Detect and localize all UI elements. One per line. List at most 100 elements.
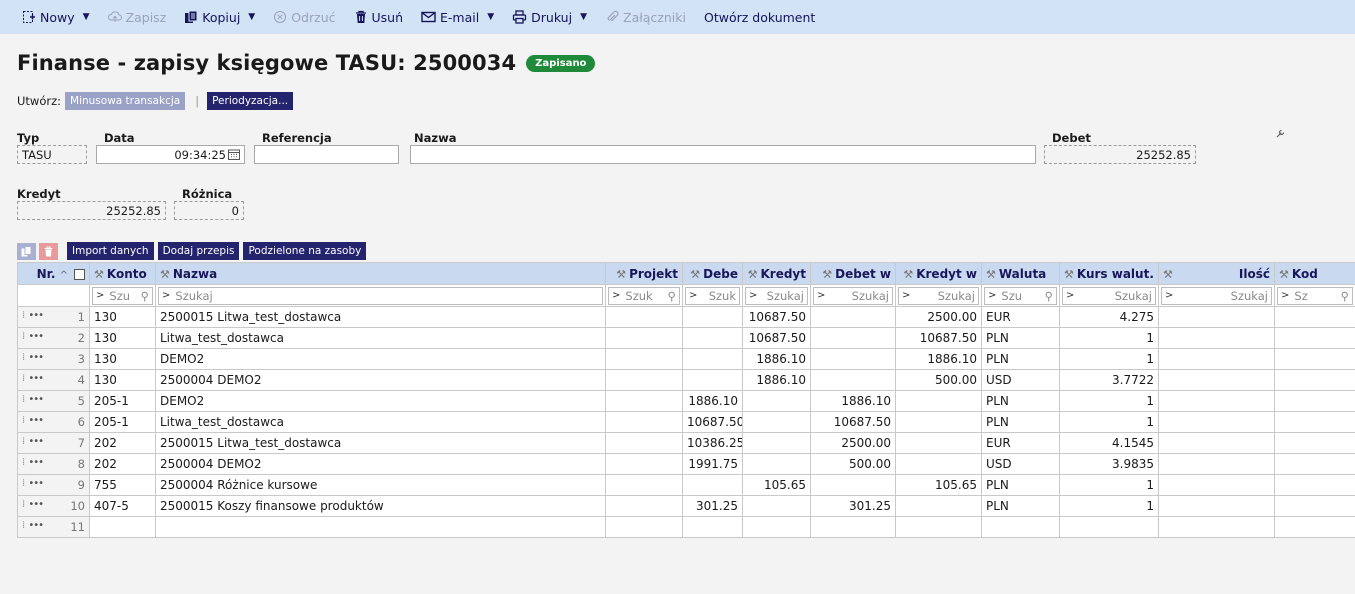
- col-rate[interactable]: ⚒ Kurs walut.: [1059, 262, 1159, 285]
- drag-handle-icon[interactable]: ⁞: [22, 415, 25, 426]
- row-handle-cell[interactable]: ⁞ ••• 10: [17, 495, 90, 517]
- table-row[interactable]: ⁞ ••• 2 130 Litwa_test_dostawca 10687.50 1068…: [17, 327, 1355, 349]
- minus-transaction-button[interactable]: Minusowa transakcja: [65, 92, 186, 110]
- cell-code[interactable]: [1274, 390, 1355, 412]
- search-project-input[interactable]: > Szuk ⚲: [608, 286, 680, 305]
- cell-debit-cur[interactable]: [810, 348, 896, 370]
- drag-handle-icon[interactable]: ⁞: [22, 394, 25, 405]
- row-handle-cell[interactable]: ⁞ ••• 9: [17, 474, 90, 496]
- col-quantity[interactable]: ⚒ Ilość: [1158, 262, 1275, 285]
- cell-name[interactable]: 2500004 Różnice kursowe: [155, 474, 606, 496]
- cell-debit-cur[interactable]: [810, 474, 896, 496]
- cell-currency[interactable]: [981, 516, 1060, 538]
- cell-debit-cur[interactable]: 1886.10: [810, 390, 896, 412]
- cell-project[interactable]: [605, 369, 683, 391]
- cell-currency[interactable]: PLN: [981, 474, 1060, 496]
- search-debit-input[interactable]: > Szuk: [685, 286, 740, 305]
- cell-currency[interactable]: EUR: [981, 432, 1060, 454]
- cell-code[interactable]: [1274, 369, 1355, 391]
- cell-credit[interactable]: [742, 390, 811, 412]
- cell-rate[interactable]: 4.275: [1059, 306, 1159, 328]
- attachments-button[interactable]: Załączniki: [605, 10, 686, 25]
- row-handle-cell[interactable]: ⁞ ••• 11: [17, 516, 90, 538]
- cell-project[interactable]: [605, 390, 683, 412]
- cell-quantity[interactable]: [1158, 411, 1275, 433]
- cell-quantity[interactable]: [1158, 390, 1275, 412]
- cell-debit-cur[interactable]: [810, 306, 896, 328]
- copy-button[interactable]: Kopiuj ▼: [184, 10, 255, 25]
- cell-rate[interactable]: 1: [1059, 411, 1159, 433]
- cell-quantity[interactable]: [1158, 453, 1275, 475]
- cell-credit[interactable]: 1886.10: [742, 348, 811, 370]
- search-name-input[interactable]: > Szukaj: [158, 286, 603, 305]
- cell-account[interactable]: 202: [89, 453, 156, 475]
- new-button[interactable]: Nowy ▼: [22, 10, 90, 25]
- cell-credit[interactable]: [742, 453, 811, 475]
- col-project[interactable]: ⚒ Projekt: [605, 262, 683, 285]
- col-name[interactable]: ⚒ Nazwa: [155, 262, 606, 285]
- row-menu-icon[interactable]: •••: [28, 352, 44, 363]
- search-quantity-input[interactable]: > Szukaj: [1161, 286, 1272, 305]
- cell-rate[interactable]: 1: [1059, 327, 1159, 349]
- table-row[interactable]: ⁞ ••• 1 130 2500015 Litwa_test_dostawca 1068…: [17, 306, 1355, 328]
- cell-credit-cur[interactable]: [895, 432, 982, 454]
- cell-name[interactable]: [155, 516, 606, 538]
- drag-handle-icon[interactable]: ⁞: [22, 352, 25, 363]
- search-account-input[interactable]: > Szu ⚲: [92, 286, 153, 305]
- cell-rate[interactable]: [1059, 516, 1159, 538]
- cell-name[interactable]: 2500015 Litwa_test_dostawca: [155, 432, 606, 454]
- cell-rate[interactable]: 1: [1059, 390, 1159, 412]
- search-credit-input[interactable]: > Szukaj: [745, 286, 808, 305]
- drag-handle-icon[interactable]: ⁞: [22, 457, 25, 468]
- col-debit[interactable]: ⚒ Debe: [682, 262, 743, 285]
- cell-quantity[interactable]: [1158, 306, 1275, 328]
- cell-currency[interactable]: PLN: [981, 348, 1060, 370]
- table-row[interactable]: ⁞ ••• 9 755 2500004 Różnice kursowe 105.65 10…: [17, 474, 1355, 496]
- table-row[interactable]: ⁞ ••• 11: [17, 516, 1355, 538]
- cell-debit-cur[interactable]: [810, 516, 896, 538]
- drag-handle-icon[interactable]: ⁞: [22, 478, 25, 489]
- cell-project[interactable]: [605, 306, 683, 328]
- row-handle-cell[interactable]: ⁞ ••• 1: [17, 306, 90, 328]
- chevron-down-icon[interactable]: ▼: [487, 12, 494, 22]
- col-nr[interactable]: Nr. ^: [17, 262, 90, 285]
- row-menu-icon[interactable]: •••: [28, 415, 44, 426]
- cell-code[interactable]: [1274, 474, 1355, 496]
- row-menu-icon[interactable]: •••: [28, 499, 44, 510]
- cell-account[interactable]: 130: [89, 348, 156, 370]
- cell-name[interactable]: Litwa_test_dostawca: [155, 327, 606, 349]
- cell-debit[interactable]: 1991.75: [682, 453, 743, 475]
- row-menu-icon[interactable]: •••: [28, 310, 44, 321]
- drag-handle-icon[interactable]: ⁞: [22, 520, 25, 531]
- col-account[interactable]: ⚒ Konto: [89, 262, 156, 285]
- row-handle-cell[interactable]: ⁞ ••• 5: [17, 390, 90, 412]
- row-menu-icon[interactable]: •••: [28, 520, 44, 531]
- copy-row-button[interactable]: [17, 242, 36, 260]
- cell-credit-cur[interactable]: 2500.00: [895, 306, 982, 328]
- reference-field[interactable]: [254, 145, 399, 164]
- cell-code[interactable]: [1274, 453, 1355, 475]
- drag-handle-icon[interactable]: ⁞: [22, 499, 25, 510]
- cell-credit[interactable]: 1886.10: [742, 369, 811, 391]
- row-handle-cell[interactable]: ⁞ ••• 6: [17, 411, 90, 433]
- cell-rate[interactable]: 4.1545: [1059, 432, 1159, 454]
- cell-project[interactable]: [605, 474, 683, 496]
- split-resources-button[interactable]: Podzielone na zasoby: [243, 242, 367, 260]
- search-credit-cur-input[interactable]: > Szukaj: [898, 286, 979, 305]
- cell-project[interactable]: [605, 348, 683, 370]
- cell-debit[interactable]: [682, 474, 743, 496]
- search-code-input[interactable]: > Sz ⚲: [1277, 286, 1353, 305]
- add-rule-button[interactable]: Dodaj przepis: [157, 242, 240, 260]
- row-handle-cell[interactable]: ⁞ ••• 2: [17, 327, 90, 349]
- drag-handle-icon[interactable]: ⁞: [22, 373, 25, 384]
- row-handle-cell[interactable]: ⁞ ••• 7: [17, 432, 90, 454]
- cell-name[interactable]: Litwa_test_dostawca: [155, 411, 606, 433]
- discard-button[interactable]: Odrzuć: [273, 10, 336, 25]
- cell-rate[interactable]: 1: [1059, 474, 1159, 496]
- cell-debit-cur[interactable]: 301.25: [810, 495, 896, 517]
- cell-debit[interactable]: [682, 327, 743, 349]
- cell-debit[interactable]: [682, 306, 743, 328]
- cell-code[interactable]: [1274, 306, 1355, 328]
- cell-name[interactable]: 2500015 Litwa_test_dostawca: [155, 306, 606, 328]
- chevron-down-icon[interactable]: ▼: [83, 12, 90, 22]
